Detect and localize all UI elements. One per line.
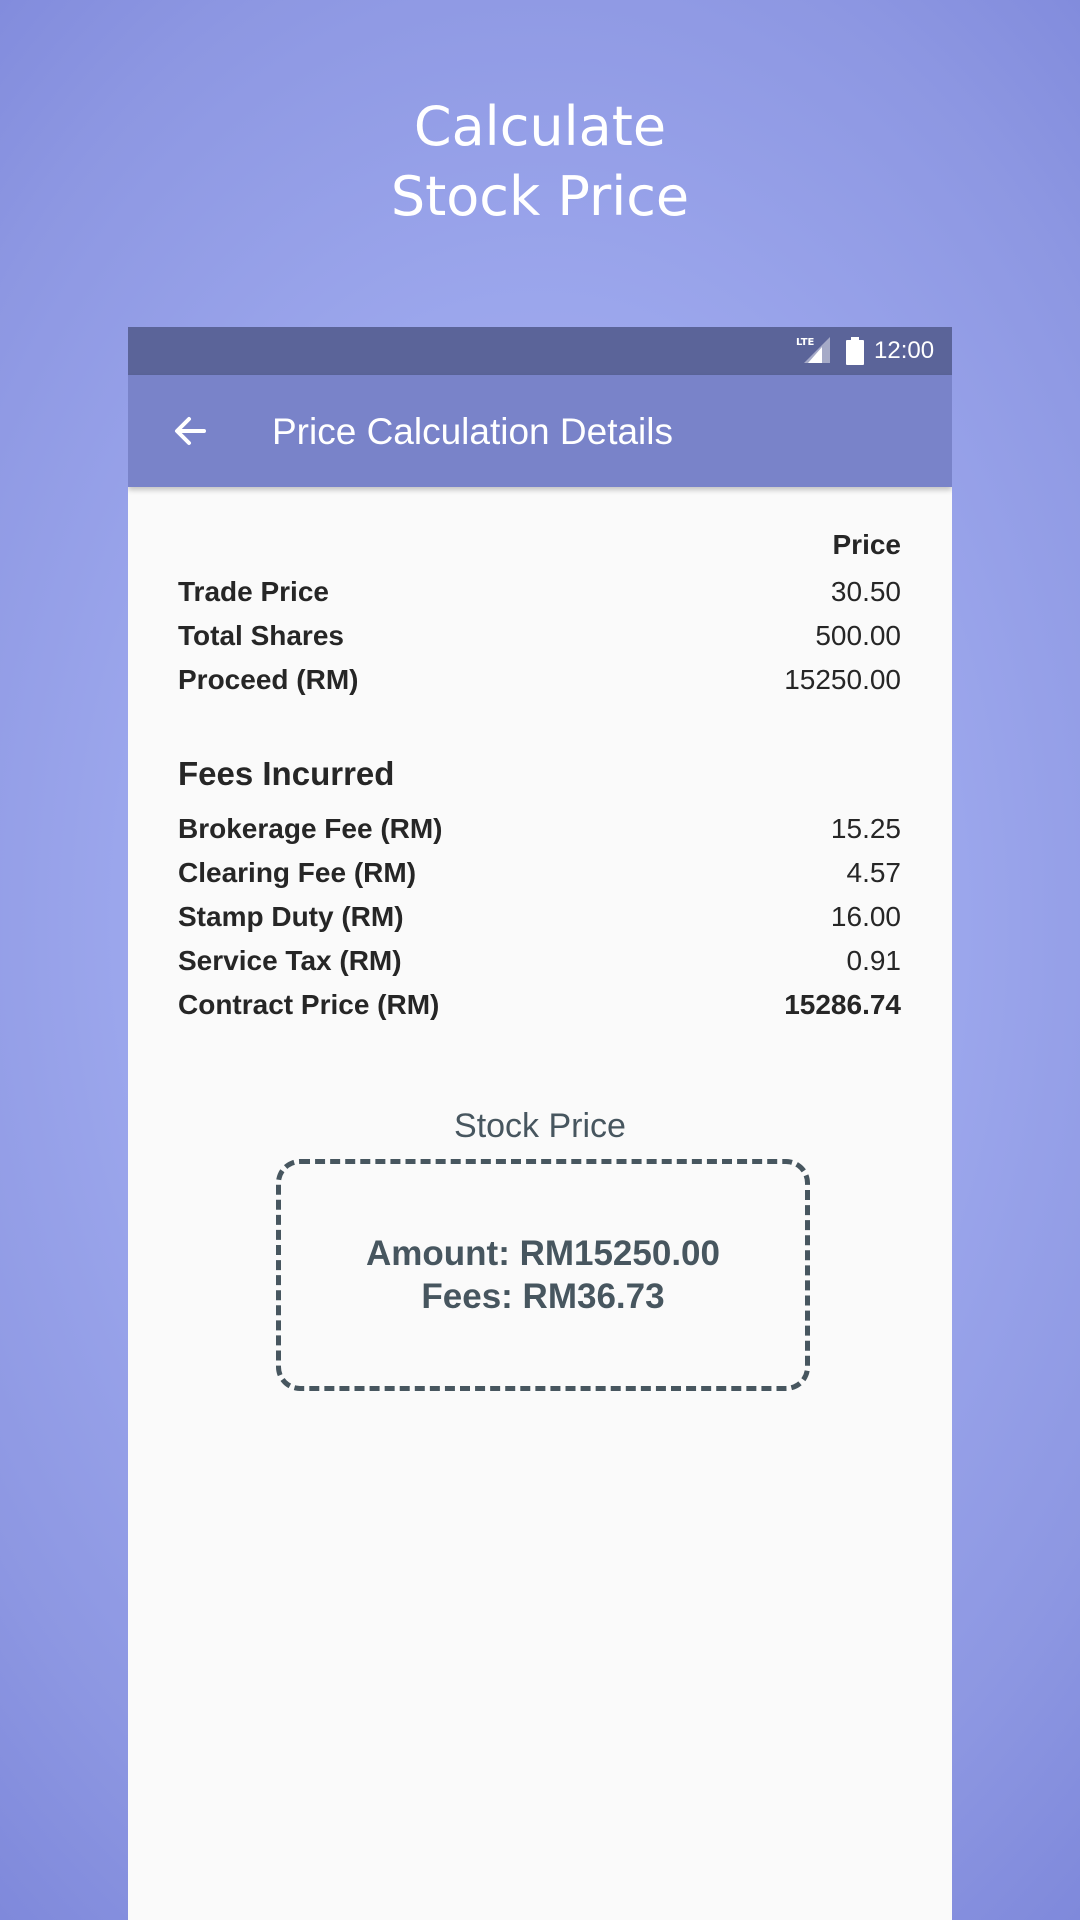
contract-price-value: 15286.74 — [784, 989, 901, 1020]
detail-value: 30.50 — [830, 576, 901, 607]
detail-label: Trade Price — [178, 576, 329, 607]
fee-label: Brokerage Fee (RM) — [178, 813, 443, 844]
fee-value: 15.25 — [830, 813, 901, 844]
fee-row-stamp-duty: Stamp Duty (RM) 16.00 — [178, 895, 901, 939]
promo-title-line-1: Calculate — [413, 95, 667, 158]
fees-section-title: Fees Incurred — [178, 755, 395, 792]
stock-price-summary-box: Amount: RM15250.00 Fees: RM36.73 — [276, 1159, 810, 1391]
fee-value: 16.00 — [830, 901, 901, 932]
svg-text:LTE: LTE — [796, 337, 815, 348]
app-bar-title: Price Calculation Details — [272, 411, 674, 452]
detail-value: 15250.00 — [784, 664, 901, 695]
detail-label: Proceed (RM) — [178, 664, 359, 695]
promo-title-line-2: Stock Price — [390, 165, 690, 228]
detail-label: Total Shares — [178, 620, 344, 651]
fee-row-clearing: Clearing Fee (RM) 4.57 — [178, 851, 901, 895]
phone-screen: LTE 12:00 Price Calculation Details Pric… — [128, 327, 952, 1920]
fee-value: 4.57 — [846, 857, 902, 888]
status-time: 12:00 — [874, 337, 935, 364]
fee-row-service-tax: Service Tax (RM) 0.91 — [178, 939, 901, 983]
promo-title: Calculate Stock Price — [0, 92, 1080, 232]
price-column-header: Price — [832, 529, 902, 560]
summary-fees: Fees: RM36.73 — [421, 1277, 665, 1316]
stock-price-title: Stock Price — [454, 1107, 626, 1145]
summary-amount: Amount: RM15250.00 — [366, 1234, 720, 1273]
status-bar: LTE 12:00 — [128, 327, 952, 375]
app-bar: Price Calculation Details — [128, 375, 952, 487]
detail-row-trade-price: Trade Price 30.50 — [178, 570, 901, 614]
detail-row-total-shares: Total Shares 500.00 — [178, 614, 901, 658]
detail-value: 500.00 — [815, 620, 901, 651]
detail-row-proceed: Proceed (RM) 15250.00 — [178, 658, 901, 702]
fee-row-contract-price: Contract Price (RM) 15286.74 — [178, 983, 901, 1027]
arrow-back-icon — [175, 417, 206, 445]
fee-label: Contract Price (RM) — [178, 989, 440, 1020]
fee-row-brokerage: Brokerage Fee (RM) 15.25 — [178, 807, 901, 851]
fee-value: 0.91 — [846, 945, 902, 976]
fee-label: Clearing Fee (RM) — [178, 857, 417, 888]
back-button[interactable] — [162, 403, 218, 459]
fee-label: Stamp Duty (RM) — [178, 901, 404, 932]
fee-label: Service Tax (RM) — [178, 945, 402, 976]
lte-signal-icon: LTE — [796, 337, 830, 363]
battery-icon — [846, 337, 864, 365]
